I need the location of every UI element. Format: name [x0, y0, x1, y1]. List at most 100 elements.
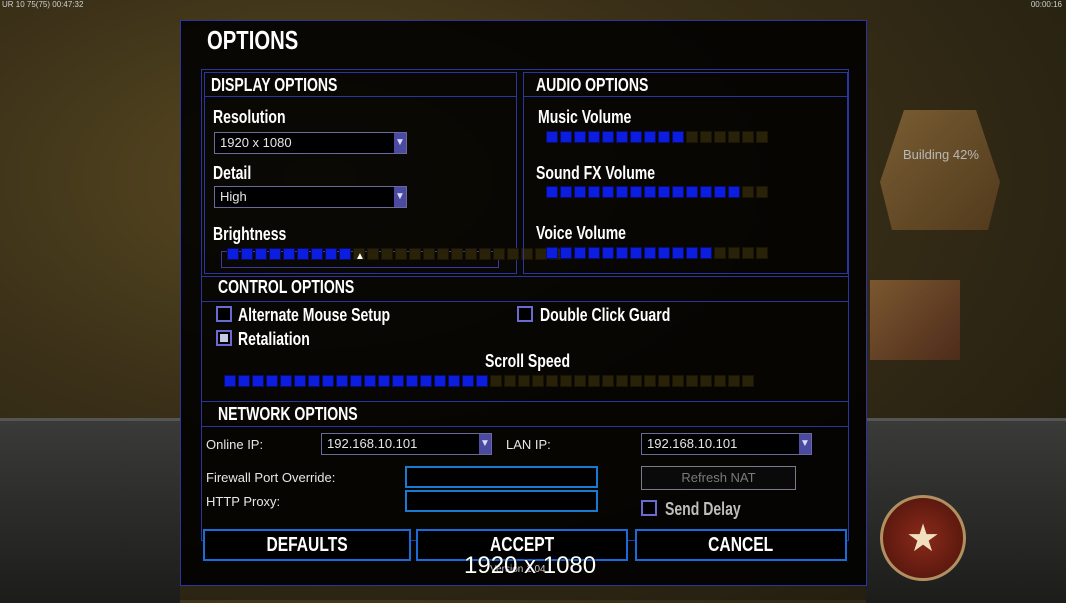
slider-segment: [493, 248, 505, 260]
alternate-mouse-checkbox[interactable]: [216, 306, 232, 322]
lan-ip-dropdown[interactable]: 192.168.10.101 ▼: [641, 433, 812, 455]
slider-segment: [336, 375, 348, 387]
hud-stats-text: UR 10 75(75) 00:47:32: [2, 0, 84, 9]
slider-segment: [224, 375, 236, 387]
brightness-label: Brightness: [213, 224, 287, 244]
slider-segment: [728, 247, 740, 259]
slider-segment: [238, 375, 250, 387]
slider-segment: [756, 247, 768, 259]
slider-segment: [742, 186, 754, 198]
building-status-text: Building 42%: [903, 147, 979, 162]
resolution-label: Resolution: [213, 107, 286, 127]
slider-thumb-icon[interactable]: ▲: [355, 251, 365, 262]
slider-segment: [325, 248, 337, 260]
brightness-slider[interactable]: [227, 248, 561, 260]
chevron-down-icon[interactable]: ▼: [394, 133, 406, 153]
slider-segment: [672, 131, 684, 143]
slider-segment: [409, 248, 421, 260]
slider-segment: [630, 131, 642, 143]
detail-label: Detail: [213, 163, 252, 183]
scroll-speed-label: Scroll Speed: [485, 351, 571, 371]
scroll-speed-slider[interactable]: [224, 375, 754, 387]
slider-segment: [644, 131, 656, 143]
slider-segment: [686, 247, 698, 259]
firewall-port-input[interactable]: [405, 466, 598, 488]
divider: [202, 426, 848, 427]
dialog-title: OPTIONS: [207, 25, 299, 55]
slider-segment: [700, 375, 712, 387]
voice-volume-label: Voice Volume: [536, 223, 626, 243]
slider-segment: [308, 375, 320, 387]
slider-segment: [518, 375, 530, 387]
retaliation-label: Retaliation: [238, 329, 310, 349]
slider-segment: [311, 248, 323, 260]
slider-segment: [392, 375, 404, 387]
voice-volume-slider[interactable]: [546, 247, 768, 259]
slider-segment: [283, 248, 295, 260]
slider-segment: [297, 248, 309, 260]
slider-segment: [269, 248, 281, 260]
sfx-volume-slider[interactable]: [546, 186, 768, 198]
slider-segment: [381, 248, 393, 260]
cancel-button[interactable]: CANCEL: [635, 529, 847, 561]
double-click-guard-checkbox[interactable]: [517, 306, 533, 322]
retaliation-checkbox[interactable]: [216, 330, 232, 346]
slider-segment: [686, 186, 698, 198]
slider-segment: [644, 186, 656, 198]
slider-segment: [728, 131, 740, 143]
slider-segment: [630, 375, 642, 387]
slider-segment: [630, 186, 642, 198]
divider: [205, 96, 516, 97]
slider-segment: [658, 186, 670, 198]
slider-segment: [504, 375, 516, 387]
slider-segment: [728, 186, 740, 198]
online-ip-value: 192.168.10.101: [327, 436, 418, 451]
slider-segment: [672, 375, 684, 387]
slider-segment: [588, 247, 600, 259]
divider: [202, 401, 848, 402]
slider-segment: [465, 248, 477, 260]
refresh-nat-button[interactable]: Refresh NAT: [641, 466, 796, 490]
chevron-down-icon[interactable]: ▼: [479, 434, 491, 454]
slider-segment: [644, 375, 656, 387]
slider-segment: [686, 131, 698, 143]
chevron-down-icon[interactable]: ▼: [799, 434, 811, 454]
slider-segment: [546, 186, 558, 198]
slider-segment: [532, 375, 544, 387]
options-dialog: OPTIONS DISPLAY OPTIONS Resolution 1920 …: [180, 20, 867, 586]
war-factory-building: [880, 110, 1000, 230]
double-click-guard-label: Double Click Guard: [540, 305, 671, 325]
slider-segment: [255, 248, 267, 260]
cancel-button-label: CANCEL: [708, 534, 774, 556]
online-ip-dropdown[interactable]: 192.168.10.101 ▼: [321, 433, 492, 455]
resolution-value: 1920 x 1080: [220, 135, 292, 150]
alternate-mouse-label: Alternate Mouse Setup: [238, 305, 391, 325]
slider-segment: [672, 186, 684, 198]
detail-dropdown[interactable]: High ▼: [214, 186, 407, 208]
slider-segment: [616, 375, 628, 387]
hud-left-panel: [0, 418, 180, 603]
slider-segment: [658, 375, 670, 387]
slider-segment: [588, 375, 600, 387]
slider-segment: [434, 375, 446, 387]
slider-segment: [616, 247, 628, 259]
firewall-port-label: Firewall Port Override:: [206, 470, 336, 485]
defaults-button-label: DEFAULTS: [266, 534, 348, 556]
slider-segment: [560, 247, 572, 259]
slider-segment: [714, 247, 726, 259]
hud-timer-text: 00:00:16: [1030, 0, 1062, 9]
display-options-panel: DISPLAY OPTIONS Resolution 1920 x 1080 ▼…: [204, 72, 561, 274]
music-volume-slider[interactable]: [546, 131, 768, 143]
send-delay-checkbox[interactable]: [641, 500, 657, 516]
http-proxy-input[interactable]: [405, 490, 598, 512]
slider-segment: [420, 375, 432, 387]
slider-segment: [367, 248, 379, 260]
slider-segment: [658, 247, 670, 259]
chevron-down-icon[interactable]: ▼: [394, 187, 406, 207]
resolution-dropdown[interactable]: 1920 x 1080 ▼: [214, 132, 407, 154]
slider-segment: [406, 375, 418, 387]
slider-segment: [241, 248, 253, 260]
slider-segment: [672, 247, 684, 259]
slider-segment: [252, 375, 264, 387]
defaults-button[interactable]: DEFAULTS: [203, 529, 411, 561]
